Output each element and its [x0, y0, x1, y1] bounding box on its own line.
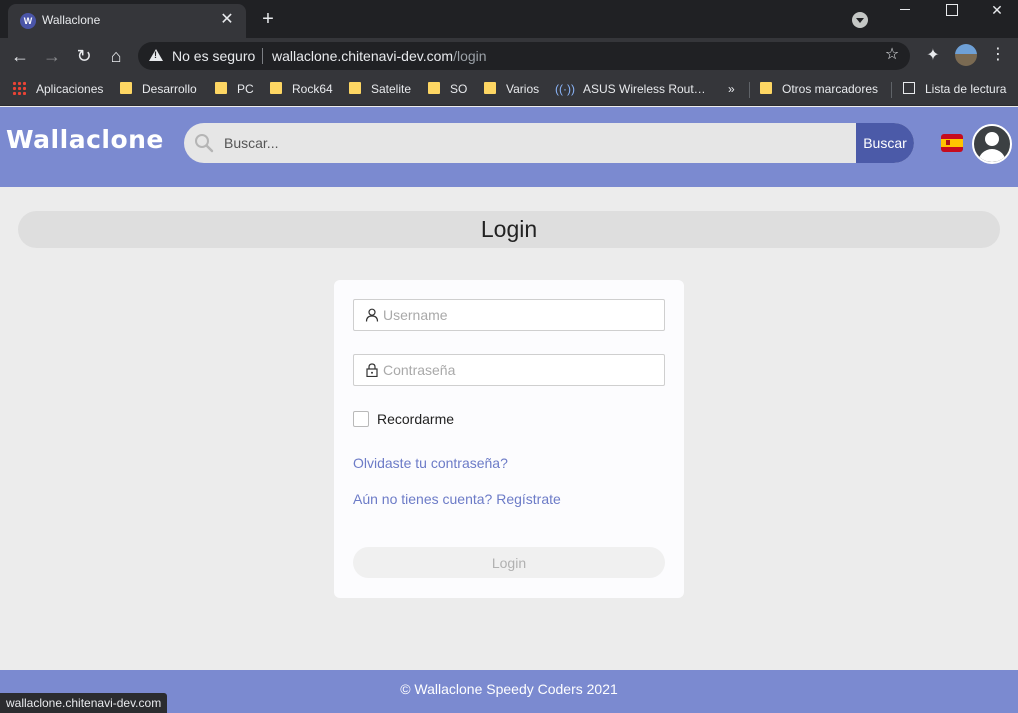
bookmark-label: Rock64	[292, 82, 333, 96]
register-link[interactable]: Aún no tienes cuenta? Regístrate	[353, 491, 561, 507]
forgot-password-link[interactable]: Olvidaste tu contraseña?	[353, 455, 508, 471]
login-button[interactable]: Login	[353, 547, 665, 578]
maximize-window-icon[interactable]	[928, 0, 974, 22]
tab-title: Wallaclone	[42, 13, 101, 27]
url-host: wallaclone.chitenavi-dev.com	[272, 48, 454, 64]
apps-grid-icon	[12, 81, 26, 95]
bookmark-divider	[749, 82, 750, 98]
bookmark-label: Desarrollo	[142, 82, 197, 96]
bookmark-asus[interactable]: ((·)) ASUS Wireless Rout…	[555, 80, 706, 98]
app-logo[interactable]: Wallaclone	[6, 125, 164, 154]
bookmark-label: Varios	[506, 82, 540, 96]
bookmark-varios[interactable]: Varios	[484, 80, 539, 98]
bookmark-divider	[891, 82, 892, 98]
security-label[interactable]: No es seguro	[172, 48, 255, 64]
username-field[interactable]	[353, 299, 665, 331]
spain-flag-icon[interactable]	[941, 134, 963, 152]
password-field[interactable]	[353, 354, 665, 386]
remember-checkbox[interactable]	[353, 411, 369, 427]
search-button[interactable]: Buscar	[856, 123, 914, 163]
folder-icon	[760, 82, 772, 94]
reading-list[interactable]: Lista de lectura	[903, 80, 1006, 98]
reload-icon[interactable]: ↻	[71, 43, 97, 69]
page-title-bar: Login	[18, 211, 1000, 248]
status-bar-url: wallaclone.chitenavi-dev.com	[0, 693, 168, 713]
address-divider	[262, 48, 263, 64]
bookmark-label: Otros marcadores	[782, 82, 879, 96]
avatar-head	[985, 132, 999, 146]
folder-icon	[270, 82, 282, 94]
folder-icon	[349, 82, 361, 94]
bookmark-desarrollo[interactable]: Desarrollo	[120, 80, 197, 98]
bookmark-satelite[interactable]: Satelite	[349, 80, 411, 98]
url-path: /login	[453, 48, 487, 64]
avatar-body	[978, 149, 1006, 162]
address-bar[interactable]: No es seguro wallaclone.chitenavi-dev.co…	[138, 42, 910, 70]
bookmarks-overflow-icon[interactable]: »	[728, 80, 735, 98]
bookmarks-bar: Aplicaciones Desarrollo PC Rock64 Sateli…	[0, 73, 1018, 106]
back-arrow-icon[interactable]: ←	[7, 43, 33, 69]
browser-title-bar: W Wallaclone ✕ + ✕	[0, 0, 1018, 38]
bookmark-label: Satelite	[371, 82, 412, 96]
folder-icon	[215, 82, 227, 94]
folder-icon	[428, 82, 440, 94]
footer-text: © Wallaclone Speedy Coders 2021	[400, 681, 618, 697]
forward-arrow-icon[interactable]: →	[39, 43, 65, 69]
bookmark-label: PC	[237, 82, 254, 96]
remember-label[interactable]: Recordarme	[377, 411, 454, 427]
minimize-window-icon[interactable]	[882, 0, 928, 22]
bookmark-label: Lista de lectura	[925, 82, 1007, 96]
bookmark-label: ASUS Wireless Rout…	[582, 82, 706, 96]
user-icon	[365, 308, 379, 322]
bookmark-other[interactable]: Otros marcadores	[760, 80, 878, 98]
wireless-icon: ((·))	[555, 82, 575, 96]
bookmark-apps[interactable]: Aplicaciones	[12, 80, 103, 98]
warning-icon[interactable]	[149, 49, 163, 61]
home-icon[interactable]: ⌂	[103, 43, 129, 69]
search-icon	[195, 134, 214, 153]
extensions-icon[interactable]: ✦	[922, 46, 944, 66]
profile-icon[interactable]	[955, 44, 977, 66]
menu-icon[interactable]: ⋮	[988, 45, 1008, 65]
star-icon[interactable]: ☆	[882, 45, 902, 65]
close-window-icon[interactable]: ✕	[974, 0, 1018, 22]
folder-icon	[120, 82, 132, 94]
search-bar: Buscar	[184, 123, 914, 163]
reading-list-icon	[903, 82, 915, 94]
search-input[interactable]	[224, 123, 854, 163]
tab-close-icon[interactable]: ✕	[218, 11, 236, 29]
browser-toolbar: ← → ↻ ⌂ No es seguro wallaclone.chitenav…	[0, 38, 1018, 73]
browser-tab[interactable]: W Wallaclone ✕	[8, 4, 246, 38]
bookmark-rock64[interactable]: Rock64	[270, 80, 333, 98]
new-tab-icon[interactable]: +	[258, 8, 278, 30]
bookmark-so[interactable]: SO	[428, 80, 467, 98]
page-content: Wallaclone Buscar Login	[0, 107, 1018, 713]
bookmark-pc[interactable]: PC	[215, 80, 254, 98]
page-title: Login	[480, 216, 538, 242]
folder-icon	[484, 82, 496, 94]
lock-icon	[366, 363, 378, 377]
wallaclone-favicon-icon: W	[20, 13, 36, 29]
app-header: Wallaclone Buscar	[0, 107, 1018, 187]
tab-search-icon[interactable]	[852, 12, 868, 28]
login-form: Recordarme Olvidaste tu contraseña? Aún …	[334, 280, 684, 598]
username-input[interactable]	[383, 300, 658, 330]
user-avatar-icon[interactable]	[972, 124, 1012, 164]
bookmark-label: SO	[450, 82, 468, 96]
url-text[interactable]: wallaclone.chitenavi-dev.com/login	[272, 48, 487, 64]
bookmark-label: Aplicaciones	[36, 82, 104, 96]
password-input[interactable]	[383, 355, 658, 385]
